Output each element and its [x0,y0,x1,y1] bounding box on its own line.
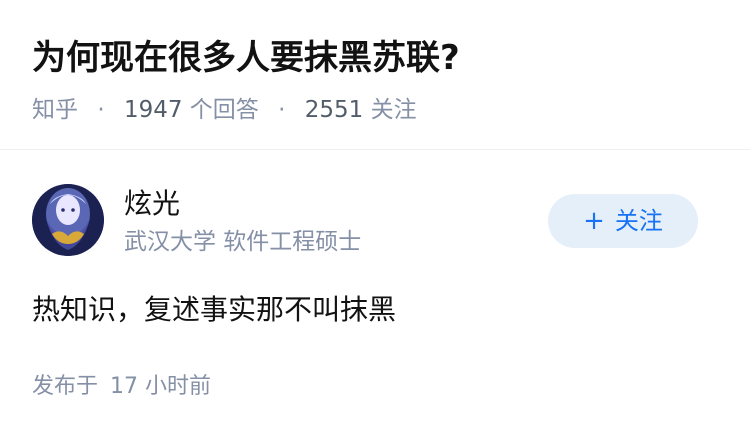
answer-count: 1947 [123,97,183,123]
question-title[interactable]: 为何现在很多人要抹黑苏联? [32,34,460,82]
follower-count-label: 关注 [370,97,417,123]
follow-button-label: 关注 [614,207,663,235]
anime-avatar-icon [32,184,104,256]
published-time: 17 小时前 [110,374,212,399]
author-name[interactable]: 炫光 [124,186,180,222]
question-meta: 知乎 · 1947 个回答 · 2551 关注 [32,93,417,127]
author-avatar[interactable] [32,184,104,256]
plus-icon: + [583,206,605,236]
answer-card: 炫光 武汉大学 软件工程硕士 + 关注 热知识，复述事实那不叫抹黑 发布于 17 小… [0,150,750,438]
question-header: 为何现在很多人要抹黑苏联? 知乎 · 1947 个回答 · 2551 关注 [0,0,750,150]
follow-button[interactable]: + 关注 [548,194,698,248]
source-label[interactable]: 知乎 [32,97,78,123]
answer-time: 发布于 17 小时前 [32,371,211,403]
meta-separator: · [97,97,105,123]
follower-count: 2551 [304,97,364,123]
answer-content[interactable]: 热知识，复述事实那不叫抹黑 [32,290,396,330]
answer-count-label: 个回答 [189,97,259,123]
author-headline: 武汉大学 软件工程硕士 [124,229,362,255]
meta-separator: · [278,97,286,123]
published-label: 发布于 [32,374,99,399]
